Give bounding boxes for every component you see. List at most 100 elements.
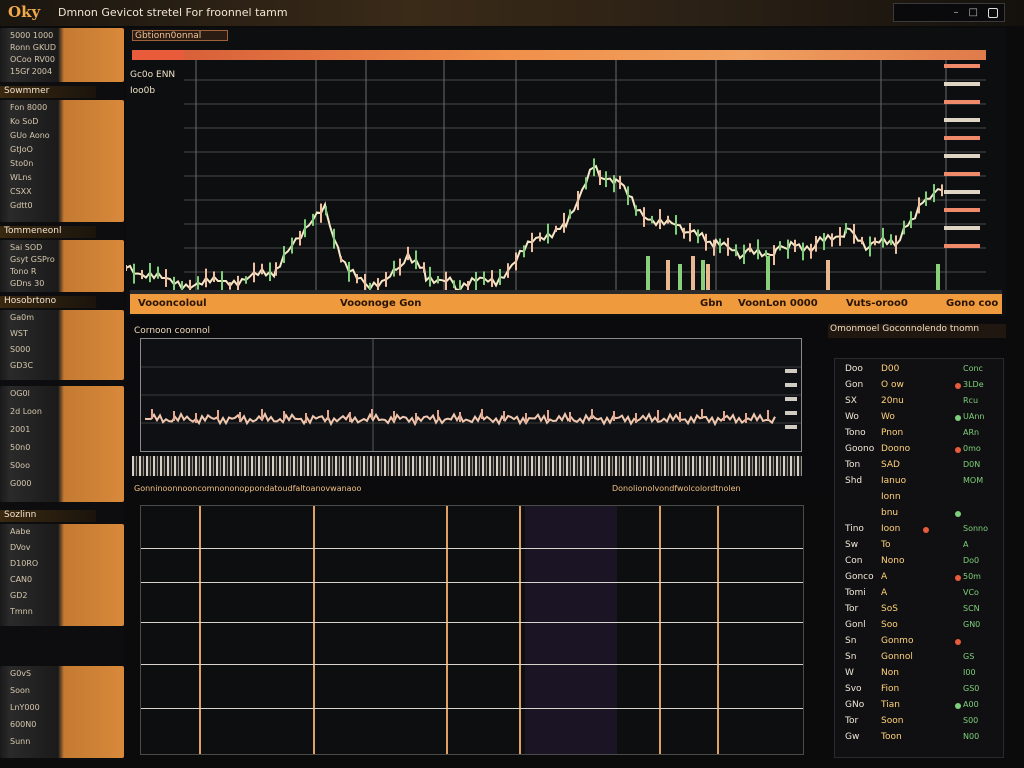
watchlist-cell: Sn xyxy=(845,636,857,646)
watchlist-row[interactable]: Wo Wo UAnn xyxy=(835,411,1003,425)
sidebar-card[interactable]: Aabe DVov D10RO CAN0 GD2 Tmnn xyxy=(0,524,124,626)
sidebar-row: Sai SOD xyxy=(10,243,43,252)
candle xyxy=(269,262,271,282)
grid-column-line xyxy=(313,506,315,754)
grid-panel[interactable] xyxy=(140,505,804,755)
watchlist-row[interactable]: Sn Gonnol GS xyxy=(835,651,1003,665)
candle xyxy=(619,175,621,190)
watchlist-cell: Svo xyxy=(845,684,862,694)
watchlist-row[interactable]: SX 20nu Rcu xyxy=(835,395,1003,409)
watchlist-row[interactable]: GNo Tian A00 xyxy=(835,699,1003,713)
minimize-button[interactable]: – xyxy=(954,7,959,18)
grid-column-line xyxy=(199,506,201,754)
secondary-candle xyxy=(305,413,307,423)
watchlist-cell: Tian xyxy=(881,700,900,710)
watchlist-row[interactable]: Gw Toon N00 xyxy=(835,731,1003,745)
watchlist-row[interactable]: Gonl Soo GN0 xyxy=(835,619,1003,633)
watchlist-row[interactable]: Tor Soon S00 xyxy=(835,715,1003,729)
sidebar-row: GtJoO xyxy=(10,145,33,154)
watchlist-row[interactable]: Sn Gonmo xyxy=(835,635,1003,649)
candle xyxy=(815,235,817,252)
watchlist-row[interactable]: Goono Doono 0mo xyxy=(835,443,1003,457)
candle xyxy=(779,241,781,251)
sidebar-row: Ga0m xyxy=(10,313,34,322)
secondary-tick xyxy=(785,369,797,373)
volume-bar xyxy=(646,256,650,290)
watchlist-row[interactable]: Tomi A VCo xyxy=(835,587,1003,601)
candle xyxy=(689,222,691,242)
main-chart-plot[interactable] xyxy=(126,60,1006,294)
chart-axis-bar: Voooncoloul Vooonoge Gon Gbn VoonLon 0000 Vu… xyxy=(130,294,1002,314)
watchlist-cell: 3LDe xyxy=(963,380,984,389)
candle xyxy=(794,239,796,253)
sidebar-card[interactable]: G0vS Soon LnY000 600N0 Sunn xyxy=(0,666,124,758)
sidebar-row: S0oo xyxy=(10,461,30,470)
watchlist-row[interactable]: bnu xyxy=(835,507,1003,521)
candle xyxy=(415,250,417,270)
sidebar-card[interactable]: Ga0m WST S000 GD3C xyxy=(0,310,124,380)
secondary-candle xyxy=(723,411,725,421)
candle xyxy=(221,271,223,291)
watchlist-row[interactable]: Shd Ianuo MOM xyxy=(835,475,1003,489)
sidebar-row: GUo Aono xyxy=(10,131,50,140)
watchlist-row[interactable]: W Non I00 xyxy=(835,667,1003,681)
sidebar-card[interactable]: OG0l 2d Loon 2001 50n0 S0oo G000 xyxy=(0,386,124,502)
secondary-candle xyxy=(569,412,571,422)
candle xyxy=(743,244,745,264)
sidebar-row: 50n0 xyxy=(10,443,31,452)
watchlist-row[interactable]: Con Nono Do0 xyxy=(835,555,1003,569)
candle xyxy=(165,269,167,287)
candle xyxy=(399,258,401,276)
watchlist-row[interactable]: Doo D00 Conc xyxy=(835,363,1003,377)
watchlist-cell: SoS xyxy=(881,604,898,614)
watchlist-row[interactable]: Ionn xyxy=(835,491,1003,505)
sidebar-row: D10RO xyxy=(10,559,39,568)
axis-label: Vuts-oroo0 xyxy=(846,298,908,309)
candle xyxy=(569,209,571,219)
secondary-candle xyxy=(239,412,241,422)
watchlist-cell: Tor xyxy=(845,604,859,614)
watchlist-row[interactable]: Gon O ow 3LDe xyxy=(835,379,1003,393)
watchlist-row[interactable]: Gonco A 50m xyxy=(835,571,1003,585)
sidebar-row: S000 xyxy=(10,345,31,354)
window-controls: – □ xyxy=(893,3,1005,22)
watchlist-cell: VCo xyxy=(963,588,979,597)
candle xyxy=(445,271,447,292)
watchlist-cell: Ioon xyxy=(881,524,901,534)
watchlist-cell: GN0 xyxy=(963,620,981,629)
sidebar-card[interactable]: 5000 1000 Ronn GKUD OCoo RV00 15Gf 2004 xyxy=(0,28,124,82)
candle xyxy=(437,275,439,284)
candle xyxy=(385,272,387,287)
sidebar-card[interactable]: Fon 8000 Ko SoD GUo Aono GtJoO Sto0n WLns CSXX… xyxy=(0,100,124,222)
candle xyxy=(333,228,335,249)
candle xyxy=(599,170,601,186)
watchlist-row[interactable]: Tono Pnon ARn xyxy=(835,427,1003,441)
candle xyxy=(869,236,871,257)
watchlist-row[interactable]: Sw To A xyxy=(835,539,1003,553)
watchlist-row[interactable]: Tino Ioon Sonno xyxy=(835,523,1003,537)
close-button[interactable] xyxy=(988,7,998,18)
sidebar-section-header: Hosobrtono xyxy=(0,296,96,308)
watchlist-row[interactable]: Tor SoS SCN xyxy=(835,603,1003,617)
sidebar-section-header: Tommeneonl xyxy=(0,226,96,238)
status-dot-icon xyxy=(955,415,961,421)
app-logo: Oky xyxy=(8,3,41,21)
candle xyxy=(643,207,645,227)
watchlist-cell: Con xyxy=(845,556,863,566)
candle xyxy=(918,197,920,214)
main-price-chart[interactable]: Gbtionn0onnal Gc0o ENN Ioo0b Voooncoloul… xyxy=(126,28,1006,316)
grid-column-line xyxy=(717,506,719,754)
watchlist-row[interactable]: Svo Fion GS0 xyxy=(835,683,1003,697)
maximize-button[interactable]: □ xyxy=(969,7,978,18)
status-dot-icon xyxy=(955,447,961,453)
candle xyxy=(823,232,825,251)
sidebar-row: WST xyxy=(10,329,28,338)
watchlist-cell: A xyxy=(881,588,888,598)
status-dot-icon xyxy=(955,511,961,517)
candle xyxy=(861,236,863,245)
secondary-candle xyxy=(591,409,593,419)
secondary-chart[interactable] xyxy=(140,338,802,452)
watchlist-row[interactable]: Ton SAD D0N xyxy=(835,459,1003,473)
sidebar-card[interactable]: Sai SOD Gsyt GSPro Tono R GDns 30 xyxy=(0,240,124,292)
candle xyxy=(925,191,927,206)
